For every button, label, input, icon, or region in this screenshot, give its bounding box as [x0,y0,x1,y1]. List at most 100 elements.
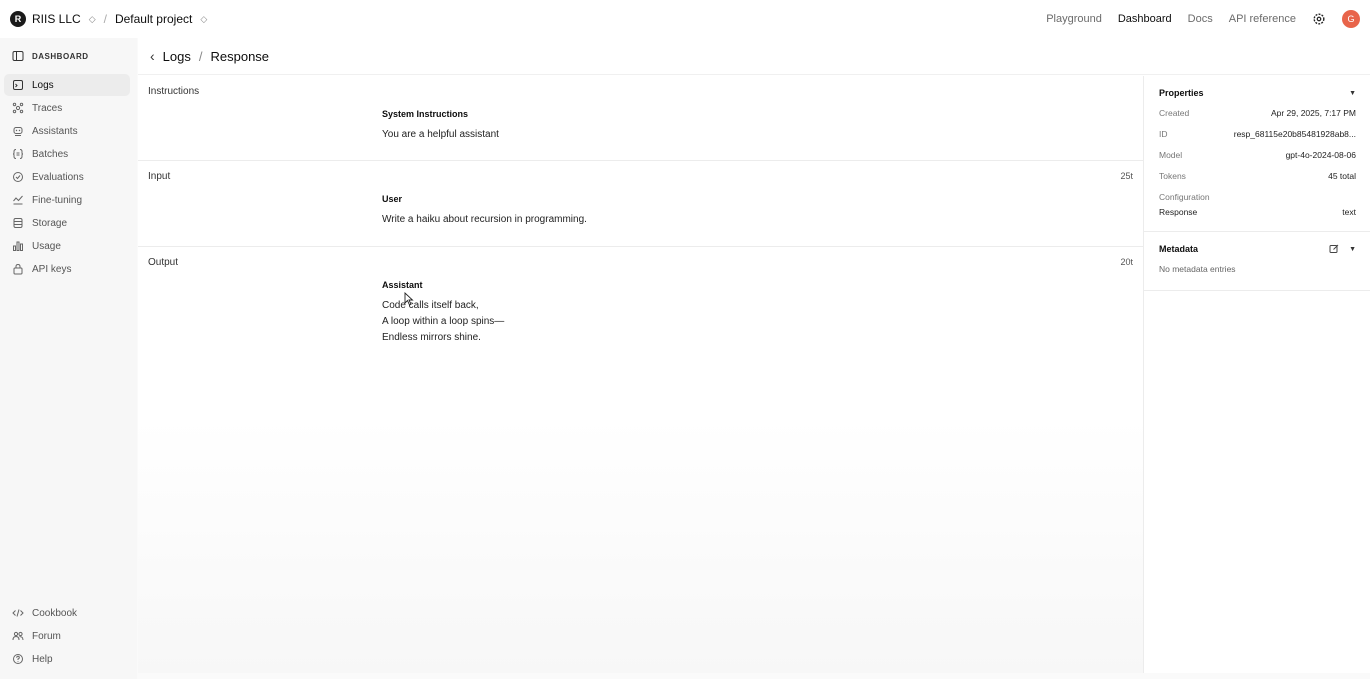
sidebar-item-label: Help [32,653,53,665]
sidebar-item-cookbook[interactable]: Cookbook [4,602,130,624]
token-count: 20t [1120,257,1133,267]
message-text: Write a haiku about recursion in program… [382,214,587,225]
token-count: 25t [1120,171,1133,181]
sidebar-heading[interactable]: DASHBOARD [0,38,137,74]
panel-icon [12,51,24,61]
nav-dashboard[interactable]: Dashboard [1118,13,1172,25]
message-line: Endless mirrors shine. [382,332,481,343]
sidebar-item-label: Evaluations [32,171,84,183]
logs-icon [13,80,23,90]
edit-icon[interactable] [1329,244,1339,254]
sidebar-item-label: Assistants [32,125,78,137]
property-key: Model [1159,150,1183,160]
org-switcher[interactable]: R RIIS LLC ◇ [10,11,96,27]
sidebar-item-forum[interactable]: Forum [4,625,130,647]
message-text: You are a helpful assistant [382,129,499,140]
traces-icon [12,102,24,114]
property-row: Tokens 45 total [1159,171,1356,181]
top-nav: Playground Dashboard Docs API reference … [1046,10,1360,28]
sidebar-item-label: Batches [32,148,69,160]
sidebar-item-logs[interactable]: Logs [4,74,130,96]
sidebar-item-storage[interactable]: Storage [4,212,130,234]
details-panel: Properties ▼ Created Apr 29, 2025, 7:17 … [1143,76,1370,673]
user-avatar[interactable]: G [1342,10,1360,28]
sidebar-heading-label: DASHBOARD [32,51,89,61]
property-value: 45 total [1328,171,1356,181]
property-value: Apr 29, 2025, 7:17 PM [1270,108,1356,118]
sidebar: DASHBOARD Logs Traces Assistants Batches… [0,38,137,679]
sidebar-item-label: Traces [32,102,63,114]
message-role: Assistant [382,280,423,290]
sidebar-item-label: Storage [32,217,68,229]
org-avatar: R [10,11,26,27]
property-value: gpt-4o-2024-08-06 [1285,150,1356,160]
message-role: System Instructions [382,109,469,119]
section-body: User Write a haiku about recursion in pr… [382,194,587,228]
message-role: User [382,194,403,204]
sidebar-item-evaluations[interactable]: Evaluations [4,166,130,188]
org-name: RIIS LLC [32,12,81,26]
section-body: System Instructions You are a helpful as… [382,109,499,143]
input-section: Input 25t User Write a haiku about recur… [138,161,1143,247]
breadcrumb-parent[interactable]: Logs [163,49,191,64]
batches-icon [12,149,24,159]
mouse-cursor-icon [404,292,414,306]
chevron-left-icon[interactable]: ‹ [150,48,155,64]
property-row: Model gpt-4o-2024-08-06 [1159,150,1356,160]
metadata-actions: ▼ [1329,244,1356,254]
nav-docs[interactable]: Docs [1188,13,1213,25]
property-value[interactable]: resp_68115e20b85481928ab8... [1234,129,1356,139]
configuration-label: Configuration [1159,192,1210,202]
sidebar-item-usage[interactable]: Usage [4,235,130,257]
properties-header[interactable]: Properties ▼ [1159,88,1356,98]
sidebar-item-label: Cookbook [32,607,78,619]
section-body: Assistant Code calls itself back, A loop… [382,280,504,346]
sidebar-item-batches[interactable]: Batches [4,143,130,165]
section-label: Output [148,257,179,268]
property-key: Created [1159,108,1190,118]
sidebar-item-traces[interactable]: Traces [4,97,130,119]
property-value: text [1342,207,1356,217]
breadcrumb-current: Response [210,48,270,64]
divider [138,74,1370,75]
property-row: Response text [1159,207,1356,217]
sidebar-item-fine-tuning[interactable]: Fine-tuning [4,189,130,211]
breadcrumb-separator: / [198,48,203,64]
main-panel: ‹ Logs / Response Instructions System In… [138,38,1370,673]
top-bar: R RIIS LLC ◇ / Default project ◇ Playgro… [0,0,1370,38]
gear-icon[interactable] [1312,12,1326,26]
metadata-header: Metadata ▼ [1159,244,1356,254]
property-key: Response [1159,207,1198,217]
property-row: Created Apr 29, 2025, 7:17 PM [1159,108,1356,118]
sidebar-item-help[interactable]: Help [4,648,130,670]
sidebar-item-label: Forum [32,630,61,642]
section-label: Instructions [148,86,200,97]
api-keys-icon [13,263,23,275]
nav-playground[interactable]: Playground [1046,13,1102,25]
caret-down-icon[interactable]: ▼ [1349,90,1356,97]
sidebar-item-label: API keys [32,263,72,275]
sidebar-item-label: Usage [32,240,61,252]
project-name: Default project [114,12,193,26]
assistants-icon [13,127,23,136]
log-content: Instructions System Instructions You are… [138,76,1143,673]
sidebar-item-api-keys[interactable]: API keys [4,258,130,280]
usage-icon [13,241,23,251]
metadata-empty: No metadata entries [1159,264,1236,274]
message-line: Code calls itself back, [382,300,479,311]
chevron-updown-icon: ◇ [88,13,96,24]
code-icon [12,609,24,617]
property-key: ID [1159,129,1168,139]
sidebar-bottom: Cookbook Forum Help [0,602,137,671]
section-label: Input [148,171,171,182]
instructions-section: Instructions System Instructions You are… [138,76,1143,161]
nav-api-reference[interactable]: API reference [1229,13,1296,25]
sidebar-item-assistants[interactable]: Assistants [4,120,130,142]
properties-section: Properties ▼ Created Apr 29, 2025, 7:17 … [1144,76,1370,232]
metadata-title: Metadata [1159,244,1199,254]
project-switcher[interactable]: Default project ◇ [115,12,207,26]
caret-down-icon[interactable]: ▼ [1349,246,1356,253]
breadcrumb: ‹ Logs / Response [150,48,269,64]
evaluations-icon [13,172,23,182]
chevron-updown-icon: ◇ [200,13,208,24]
